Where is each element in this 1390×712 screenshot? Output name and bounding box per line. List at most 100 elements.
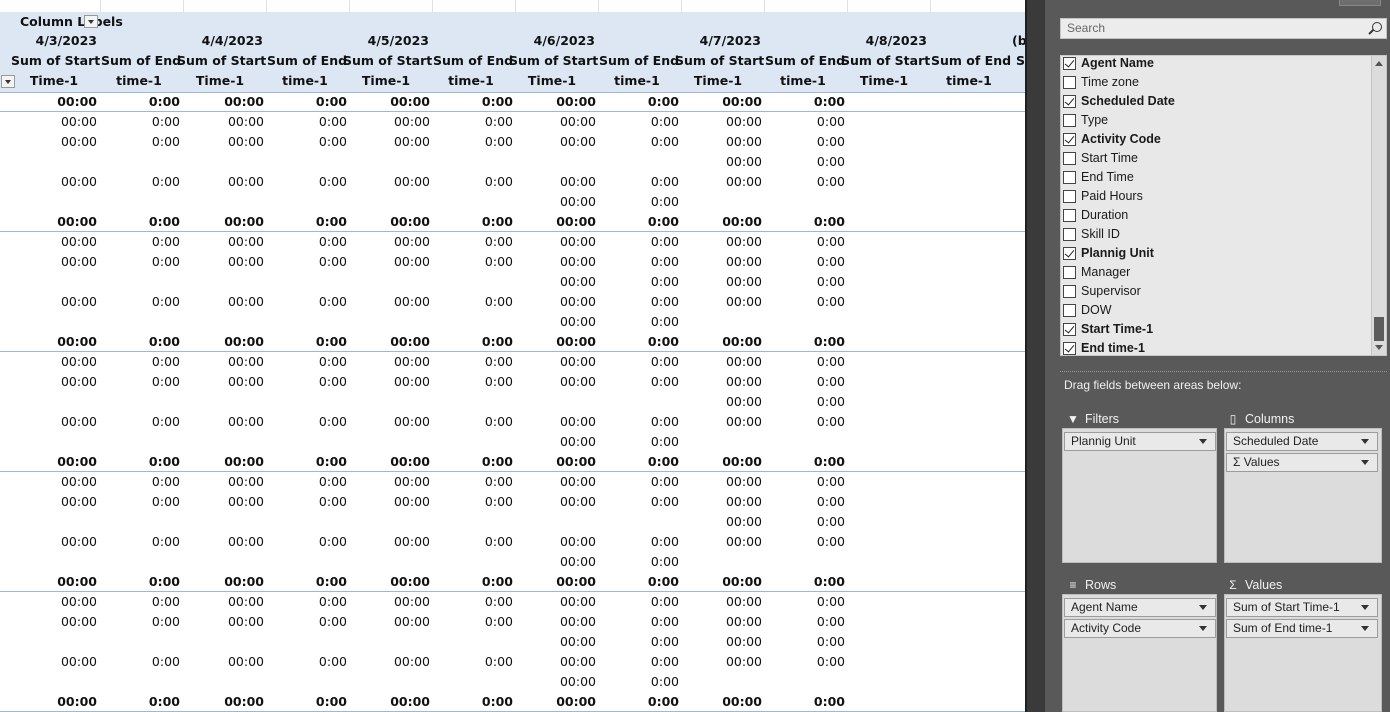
end-time-cell[interactable]: 0:00: [609, 452, 679, 472]
field-item[interactable]: Scheduled Date: [1061, 92, 1366, 111]
filters-field-pill[interactable]: Plannig Unit: [1064, 432, 1216, 451]
start-time-cell[interactable]: 00:00: [692, 232, 762, 252]
start-time-cell[interactable]: 00:00: [526, 552, 596, 572]
start-time-cell[interactable]: 00:00: [692, 412, 762, 432]
start-time-cell[interactable]: [27, 432, 97, 452]
start-time-cell[interactable]: 00:00: [27, 472, 97, 492]
end-time-cell[interactable]: [443, 632, 513, 652]
end-time-cell[interactable]: 0:00: [110, 332, 180, 352]
end-time-cell[interactable]: 0:00: [443, 252, 513, 272]
end-time-cell[interactable]: 0:00: [443, 372, 513, 392]
start-time-cell[interactable]: [692, 552, 762, 572]
checkbox-icon[interactable]: [1063, 209, 1076, 222]
start-time-cell[interactable]: 00:00: [27, 572, 97, 592]
checkbox-icon[interactable]: [1063, 171, 1076, 184]
end-time-cell[interactable]: 0:00: [443, 352, 513, 372]
start-time-cell[interactable]: 00:00: [526, 472, 596, 492]
start-time-cell[interactable]: 00:00: [360, 332, 430, 352]
start-time-cell[interactable]: 00:00: [526, 252, 596, 272]
start-time-cell[interactable]: 00:00: [692, 212, 762, 232]
end-time-cell[interactable]: 0:00: [609, 312, 679, 332]
end-time-cell[interactable]: 0:00: [609, 432, 679, 452]
end-time-cell[interactable]: [110, 312, 180, 332]
end-time-cell[interactable]: [110, 192, 180, 212]
start-time-cell[interactable]: 00:00: [526, 92, 596, 112]
end-time-cell[interactable]: 0:00: [775, 572, 845, 592]
start-time-cell[interactable]: 00:00: [526, 672, 596, 692]
end-time-cell[interactable]: [110, 272, 180, 292]
start-time-cell[interactable]: 00:00: [27, 592, 97, 612]
start-time-cell[interactable]: [360, 552, 430, 572]
end-time-cell[interactable]: 0:00: [609, 132, 679, 152]
start-time-cell[interactable]: 00:00: [692, 292, 762, 312]
start-time-cell[interactable]: [360, 632, 430, 652]
end-time-cell[interactable]: [443, 552, 513, 572]
start-time-cell[interactable]: 00:00: [27, 492, 97, 512]
end-time-cell[interactable]: [609, 152, 679, 172]
start-time-cell[interactable]: 00:00: [526, 652, 596, 672]
start-time-cell[interactable]: 00:00: [27, 692, 97, 712]
end-time-cell[interactable]: [277, 672, 347, 692]
start-time-cell[interactable]: 00:00: [27, 412, 97, 432]
end-time-cell[interactable]: 0:00: [609, 572, 679, 592]
end-time-cell[interactable]: 0:00: [277, 652, 347, 672]
end-time-cell[interactable]: 0:00: [277, 452, 347, 472]
start-time-cell[interactable]: 00:00: [692, 692, 762, 712]
end-time-cell[interactable]: [110, 672, 180, 692]
values-field-pill[interactable]: Sum of End time-1: [1226, 619, 1378, 638]
field-item[interactable]: Supervisor: [1061, 282, 1366, 301]
start-time-cell[interactable]: [692, 672, 762, 692]
end-time-cell[interactable]: 0:00: [775, 532, 845, 552]
end-time-cell[interactable]: 0:00: [277, 92, 347, 112]
start-time-cell[interactable]: 00:00: [526, 692, 596, 712]
start-time-cell[interactable]: 00:00: [194, 132, 264, 152]
start-time-cell[interactable]: 00:00: [692, 372, 762, 392]
end-time-cell[interactable]: 0:00: [277, 172, 347, 192]
start-time-cell[interactable]: 00:00: [27, 172, 97, 192]
start-time-cell[interactable]: 00:00: [692, 132, 762, 152]
start-time-cell[interactable]: 00:00: [27, 232, 97, 252]
end-time-cell[interactable]: 0:00: [110, 132, 180, 152]
end-time-cell[interactable]: 0:00: [775, 292, 845, 312]
end-time-cell[interactable]: 0:00: [110, 112, 180, 132]
start-time-cell[interactable]: [27, 192, 97, 212]
start-time-cell[interactable]: [27, 552, 97, 572]
start-time-cell[interactable]: 00:00: [526, 272, 596, 292]
start-time-cell[interactable]: [194, 432, 264, 452]
chevron-down-icon[interactable]: [1361, 460, 1369, 465]
end-time-cell[interactable]: 0:00: [775, 492, 845, 512]
end-time-cell[interactable]: 0:00: [277, 372, 347, 392]
end-time-cell[interactable]: 0:00: [609, 692, 679, 712]
start-time-cell[interactable]: [194, 272, 264, 292]
start-time-cell[interactable]: [194, 552, 264, 572]
end-time-cell[interactable]: 0:00: [277, 472, 347, 492]
start-time-cell[interactable]: 00:00: [526, 332, 596, 352]
rows-area[interactable]: Agent Name Activity Code: [1062, 594, 1217, 712]
columns-field-pill[interactable]: Σ Values: [1226, 453, 1378, 472]
start-time-cell[interactable]: 00:00: [27, 612, 97, 632]
end-time-cell[interactable]: 0:00: [277, 112, 347, 132]
end-time-cell[interactable]: 0:00: [609, 552, 679, 572]
start-time-cell[interactable]: [27, 512, 97, 532]
end-time-cell[interactable]: 0:00: [443, 652, 513, 672]
start-time-cell[interactable]: 00:00: [360, 612, 430, 632]
end-time-cell[interactable]: 0:00: [443, 332, 513, 352]
end-time-cell[interactable]: 0:00: [775, 472, 845, 492]
field-item[interactable]: Plannig Unit: [1061, 244, 1366, 263]
end-time-cell[interactable]: 0:00: [609, 632, 679, 652]
end-time-cell[interactable]: 0:00: [443, 492, 513, 512]
end-time-cell[interactable]: 0:00: [775, 252, 845, 272]
end-time-cell[interactable]: 0:00: [609, 612, 679, 632]
end-time-cell[interactable]: 0:00: [110, 172, 180, 192]
chevron-down-icon[interactable]: [1199, 626, 1207, 631]
end-time-cell[interactable]: 0:00: [277, 132, 347, 152]
start-time-cell[interactable]: [27, 632, 97, 652]
end-time-cell[interactable]: [110, 512, 180, 532]
field-list-scrollbar[interactable]: [1371, 56, 1386, 355]
start-time-cell[interactable]: 00:00: [360, 472, 430, 492]
end-time-cell[interactable]: 0:00: [775, 412, 845, 432]
end-time-cell[interactable]: [277, 432, 347, 452]
end-time-cell[interactable]: 0:00: [110, 472, 180, 492]
start-time-cell[interactable]: 00:00: [360, 592, 430, 612]
rows-field-pill[interactable]: Activity Code: [1064, 619, 1216, 638]
